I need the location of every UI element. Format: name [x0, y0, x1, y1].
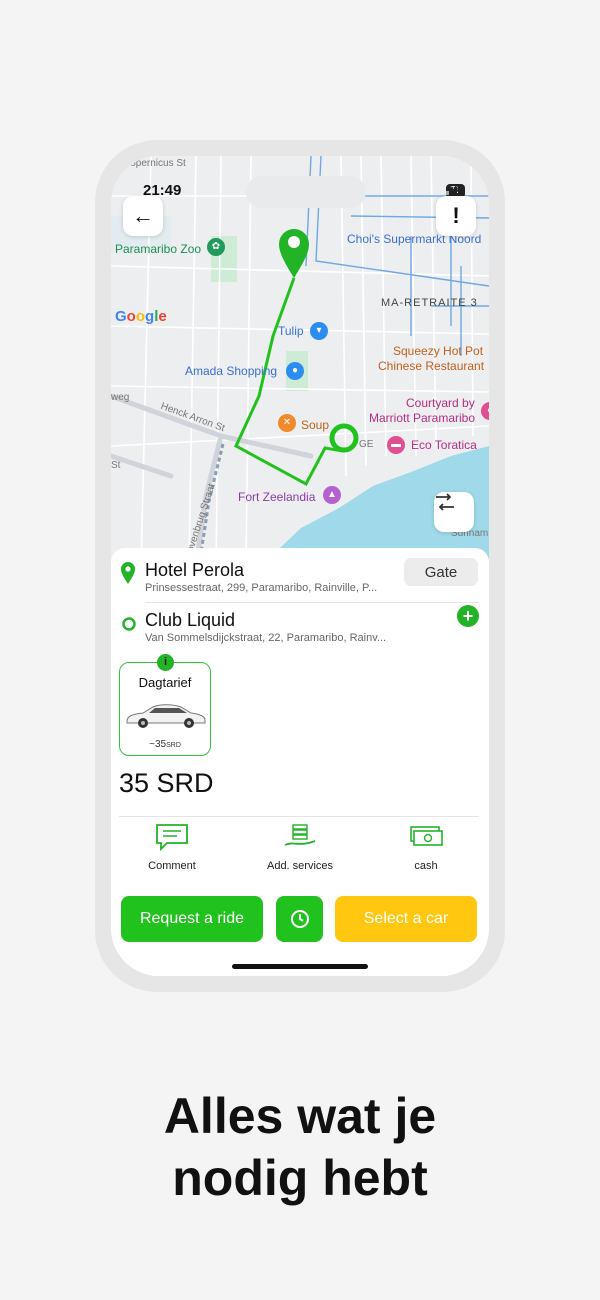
plus-icon: +	[462, 606, 474, 626]
services-option[interactable]: Add. services	[245, 823, 355, 872]
destination-name: Club Liquid	[145, 610, 236, 630]
destination-row[interactable]: Club Liquid Van Sommelsdijckstraat, 22, …	[111, 602, 489, 652]
tariff-name: Dagtarief	[138, 675, 192, 690]
ride-sheet: Hotel Perola Prinsessestraat, 299, Param…	[111, 548, 489, 976]
schedule-button[interactable]	[276, 896, 323, 942]
route-switch-icon	[436, 493, 454, 511]
exclamation-icon: !	[452, 203, 460, 228]
request-ride-button[interactable]: Request a ride	[121, 896, 263, 942]
pickup-row[interactable]: Hotel Perola Prinsessestraat, 299, Param…	[111, 548, 489, 598]
tagline-line-2: nodig hebt	[172, 1150, 428, 1206]
tariff-card[interactable]: i Dagtarief ~35SRD	[119, 654, 211, 756]
alert-button[interactable]: !	[436, 196, 476, 236]
destination-circle-icon	[122, 617, 136, 631]
services-label: Add. services	[266, 860, 334, 872]
clock-icon	[290, 910, 309, 928]
eco-label: Eco Toratica	[411, 438, 477, 452]
street-label: Copernicus St	[123, 158, 186, 169]
zoo-label: Paramaribo Zoo	[115, 242, 202, 256]
divider	[119, 816, 479, 817]
cash-label: cash	[414, 860, 438, 872]
pickup-address: Prinsessestraat, 299, Paramaribo, Rainvi…	[145, 582, 378, 594]
map-view[interactable]: ✿ ▾ ● ✕ ▬ ▲ ● Copernicus St Paramaribo Z…	[111, 156, 489, 566]
district-label: MA-RETRAITE 3	[381, 297, 478, 309]
hotel-label-2: Marriott Paramaribo	[369, 411, 476, 425]
app-screen: ✿ ▾ ● ✕ ▬ ▲ ● Copernicus St Paramaribo Z…	[111, 156, 489, 976]
select-car-button[interactable]: Select a car	[335, 896, 477, 942]
shopping-cart-icon: ▾	[310, 322, 328, 340]
hotel-icon: ▬	[387, 436, 405, 454]
payment-option[interactable]: cash	[371, 823, 481, 872]
price-total: 35 SRD	[119, 768, 214, 798]
st-label: St	[111, 460, 121, 471]
fort-label: Fort Zeelandia	[238, 490, 316, 504]
pickup-name: Hotel Perola	[145, 560, 245, 580]
hotel-label-1: Courtyard by	[406, 396, 475, 410]
marketing-tagline: Alles wat je nodig hebt	[0, 1085, 600, 1209]
info-icon[interactable]: i	[157, 654, 174, 671]
tulip-label: Tulip	[278, 324, 304, 338]
gate-button[interactable]: Gate	[404, 558, 478, 586]
back-button[interactable]: ←	[123, 196, 163, 236]
shopping-bag-icon: ●	[286, 362, 304, 380]
add-stop-button[interactable]: +	[457, 605, 479, 627]
tagline-line-1: Alles wat je	[163, 1088, 437, 1144]
restaurant-icon: ✕	[278, 414, 296, 432]
restaurant-label-2: Chinese Restaurant	[378, 359, 485, 373]
destination-address: Van Sommelsdijckstraat, 22, Paramaribo, …	[145, 632, 387, 644]
restaurant-label-1: Squeezy Hot Pot	[393, 344, 484, 358]
comment-label: Comment	[148, 860, 196, 872]
dynamic-island	[246, 176, 366, 208]
museum-icon: ▲	[323, 486, 341, 504]
google-logo: Google	[115, 308, 167, 325]
zoo-icon: ✿	[207, 238, 225, 256]
arrow-left-icon: ←	[132, 203, 154, 228]
weg-label: weg	[111, 392, 130, 403]
comment-option[interactable]: Comment	[117, 823, 227, 872]
amada-label: Amada Shopping	[185, 364, 278, 378]
route-options-button[interactable]	[434, 492, 474, 532]
wifi-icon	[446, 184, 462, 196]
soup-label: Soup	[301, 418, 330, 432]
cash-icon	[410, 826, 443, 846]
comment-icon	[156, 824, 188, 852]
destination-marker	[329, 423, 359, 453]
services-icon	[284, 824, 316, 846]
home-indicator[interactable]	[232, 964, 368, 969]
location-pin-icon	[121, 562, 135, 584]
ge-label: GE	[359, 439, 374, 450]
tariff-price: ~35SRD	[149, 739, 181, 750]
phone-frame: ✿ ▾ ● ✕ ▬ ▲ ● Copernicus St Paramaribo Z…	[95, 140, 505, 992]
ride-options: Comment Add. services cash	[111, 823, 489, 883]
car-icon	[126, 704, 206, 728]
